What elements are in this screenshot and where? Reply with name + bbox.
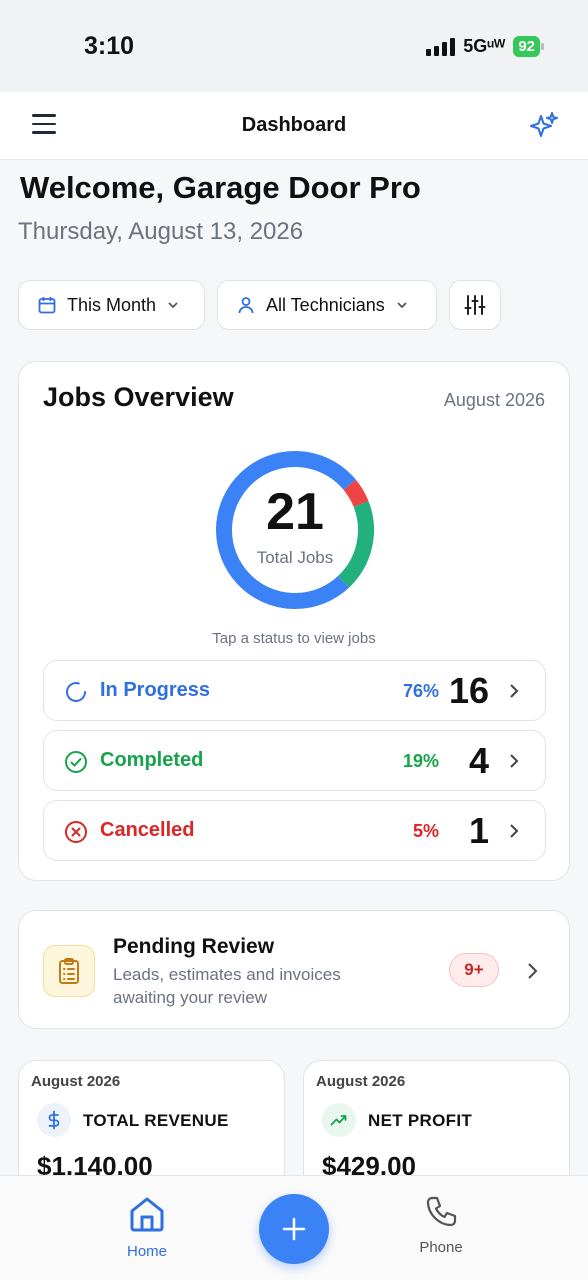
- total-jobs-count: 21: [266, 483, 324, 541]
- chevron-down-icon: [168, 302, 178, 309]
- clipboard-icon: [43, 945, 95, 997]
- dollar-icon: [37, 1103, 71, 1137]
- chevron-right-icon: [510, 684, 519, 698]
- filter-bar: This Month All Technicians: [18, 280, 501, 330]
- battery-icon: 92: [513, 36, 544, 57]
- network-label: 5Gᵘᵂ: [463, 36, 506, 56]
- pending-review-card[interactable]: Pending Review Leads, estimates and invo…: [18, 910, 570, 1029]
- revenue-label: TOTAL REVENUE: [83, 1111, 229, 1130]
- period-filter-label: This Month: [67, 294, 157, 315]
- nav-phone-label: Phone: [419, 1239, 463, 1256]
- status-count: 16: [448, 670, 489, 711]
- plus-icon: [282, 1217, 306, 1241]
- jobs-overview-title: Jobs Overview: [43, 382, 234, 412]
- status-label: Cancelled: [100, 819, 195, 841]
- status-count: 4: [468, 740, 489, 781]
- nav-home-label: Home: [126, 1243, 167, 1260]
- pending-review-title: Pending Review: [113, 935, 275, 958]
- status-percent: 5%: [412, 821, 439, 841]
- status-count: 1: [468, 810, 489, 851]
- status-bar: 3:10 5Gᵘᵂ 92: [0, 0, 588, 92]
- profit-label: NET PROFIT: [368, 1111, 473, 1130]
- status-indicators: 5Gᵘᵂ 92: [426, 36, 544, 57]
- status-label: Completed: [100, 749, 204, 771]
- home-icon: [130, 1197, 164, 1232]
- page-title: Dashboard: [241, 114, 347, 136]
- period-filter[interactable]: This Month: [18, 280, 205, 330]
- jobs-overview-card: Jobs Overview August 2026 21 Total Jobs …: [18, 361, 570, 881]
- chevron-right-icon: [510, 824, 519, 838]
- status-row-in-progress[interactable]: In Progress 76% 16: [43, 660, 546, 721]
- x-circle-icon: [65, 821, 87, 843]
- status-row-completed[interactable]: Completed 19% 4: [43, 730, 546, 791]
- filter-settings-button[interactable]: [449, 280, 501, 330]
- status-time: 3:10: [84, 32, 135, 60]
- welcome-heading: Welcome, Garage Door Pro: [20, 170, 421, 205]
- technician-filter[interactable]: All Technicians: [217, 280, 437, 330]
- nav-phone[interactable]: Phone: [391, 1194, 491, 1256]
- chevron-down-icon: [397, 302, 407, 309]
- bottom-nav: Home Phone: [0, 1175, 588, 1280]
- pending-review-description: Leads, estimates and invoices awaiting y…: [113, 965, 341, 1007]
- add-button[interactable]: [259, 1194, 329, 1264]
- jobs-overview-month: August 2026: [443, 390, 545, 410]
- sparkles-icon[interactable]: [528, 110, 560, 142]
- trending-up-icon: [322, 1103, 356, 1137]
- status-hint: Tap a status to view jobs: [212, 630, 376, 647]
- nav-home[interactable]: Home: [97, 1194, 197, 1260]
- check-circle-icon: [65, 751, 87, 773]
- calendar-icon: [38, 297, 56, 314]
- user-icon: [238, 297, 254, 314]
- phone-icon: [426, 1196, 457, 1227]
- status-row-cancelled[interactable]: Cancelled 5% 1: [43, 800, 546, 861]
- current-date: Thursday, August 13, 2026: [18, 218, 304, 245]
- technician-filter-label: All Technicians: [266, 294, 385, 315]
- app-header: Dashboard: [0, 92, 588, 160]
- chevron-right-icon: [510, 754, 519, 768]
- loading-icon: [66, 682, 86, 702]
- profit-month: August 2026: [316, 1073, 406, 1090]
- total-jobs-label: Total Jobs: [256, 548, 334, 567]
- status-percent: 76%: [402, 681, 439, 701]
- status-label: In Progress: [100, 679, 211, 701]
- revenue-month: August 2026: [31, 1073, 121, 1090]
- pending-count-badge: 9+: [449, 953, 499, 987]
- sliders-icon: [464, 295, 486, 315]
- chevron-right-icon: [528, 963, 538, 979]
- status-percent: 19%: [402, 751, 439, 771]
- signal-icon: [426, 37, 456, 56]
